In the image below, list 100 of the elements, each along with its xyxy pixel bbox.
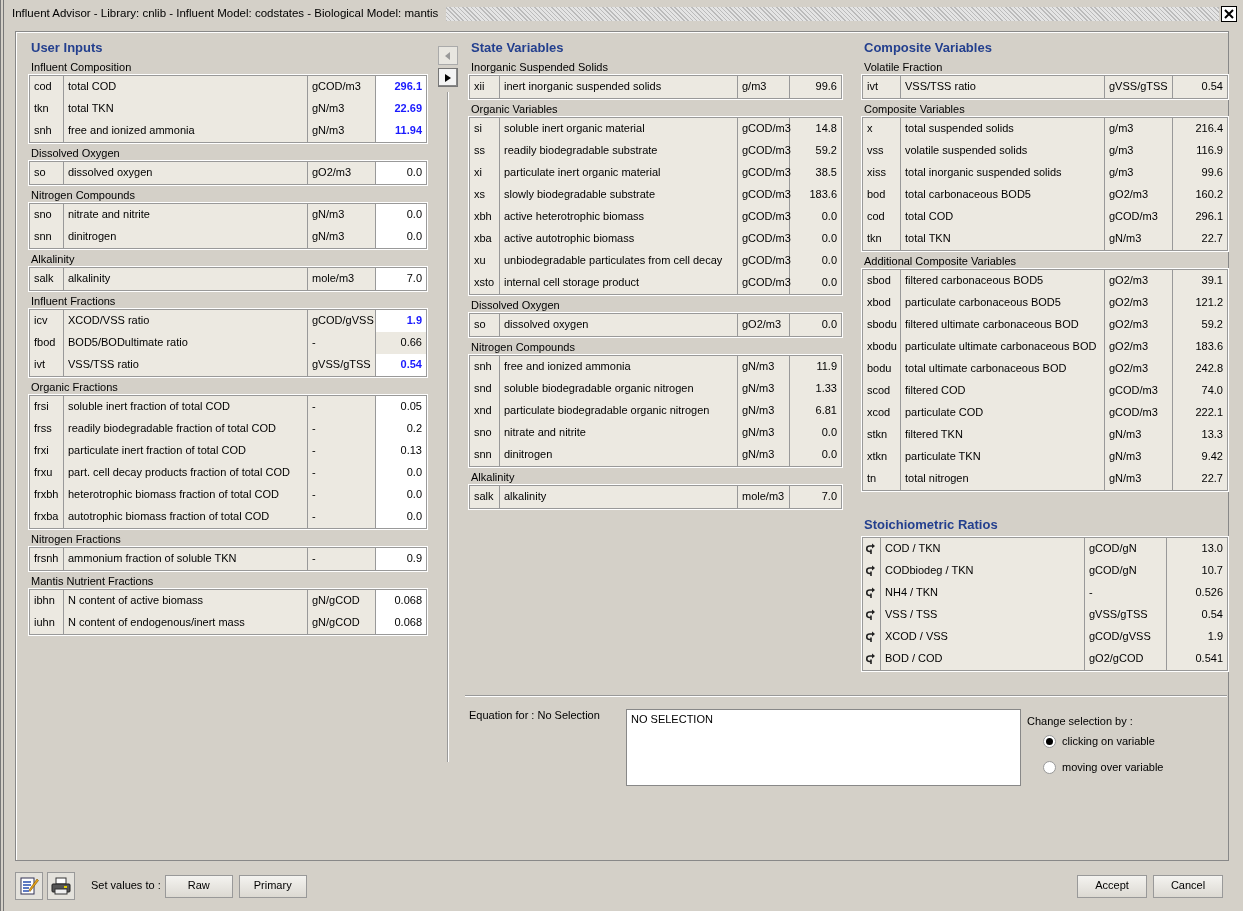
variable-description: total inorganic suspended solids [901, 162, 1105, 184]
value-field[interactable]: 0.0 [376, 162, 426, 184]
group-label: Organic Fractions [30, 379, 119, 395]
value-field[interactable]: 0.0 [376, 204, 426, 226]
unit-label: gCOD/m3 [738, 162, 790, 184]
value-text: 11.9 [815, 359, 838, 375]
dialog-button[interactable]: Cancel [1153, 874, 1223, 898]
equation-label: Equation for : No Selection [469, 709, 601, 723]
group-label: Alkalinity [470, 469, 516, 485]
variable-description: particulate TKN [901, 446, 1105, 468]
variable-description: nitrate and nitrite [500, 422, 738, 444]
ratio-name: COD / TKN [881, 538, 1085, 560]
value-field[interactable]: 0.2 [376, 418, 426, 440]
value-text: 0.0 [820, 231, 838, 247]
ratio-name: VSS / TSS [881, 604, 1085, 626]
radio-label[interactable]: clicking on variable [1062, 734, 1155, 748]
dialog-button[interactable]: Accept [1077, 874, 1147, 898]
value-text: 6.81 [814, 403, 838, 419]
value-text: 10.7 [1200, 563, 1224, 579]
unit-label: gO2/m3 [1105, 336, 1173, 358]
value-field[interactable]: 0.0 [376, 484, 426, 506]
radio-label[interactable]: moving over variable [1062, 760, 1164, 774]
variable-description: particulate inert organic material [500, 162, 738, 184]
unit-label: g/m3 [738, 76, 790, 98]
value-field[interactable]: 0.0 [376, 506, 426, 528]
unit-label: gCOD/m3 [738, 184, 790, 206]
ratio-name: BOD / COD [881, 648, 1085, 670]
value-field[interactable]: 11.94 [376, 120, 426, 142]
value-text: 99.6 [1200, 165, 1224, 181]
unit-label: gN/m3 [1105, 446, 1173, 468]
variable-description: free and ionized ammonia [64, 120, 308, 142]
section-title: User Inputs [30, 38, 104, 57]
unit-label: gO2/m3 [1105, 358, 1173, 380]
variable-description: total carbonaceous BOD5 [901, 184, 1105, 206]
group-label: Nitrogen Compounds [470, 339, 576, 355]
variable-description: total suspended solids [901, 118, 1105, 140]
value-text: 74.0 [1200, 383, 1224, 399]
unit-label: gCOD/m3 [1105, 402, 1173, 424]
value-text: 39.1 [1200, 273, 1224, 289]
set-values-button[interactable]: Primary [238, 874, 307, 898]
value-field[interactable]: 22.69 [376, 98, 426, 120]
group-label: Alkalinity [30, 251, 76, 267]
value-text: 1.9 [1206, 629, 1224, 645]
value-text: 22.7 [1200, 231, 1224, 247]
variable-description: total COD [901, 206, 1105, 228]
variable-description: soluble biodegradable organic nitrogen [500, 378, 738, 400]
variable-description: part. cell decay products fraction of total COD [64, 462, 308, 484]
variable-description: readily biodegradable substrate [500, 140, 738, 162]
unit-label: g/m3 [1105, 118, 1173, 140]
variable-description: total TKN [901, 228, 1105, 250]
set-values-button[interactable]: Raw [164, 874, 233, 898]
variable-description: XCOD/VSS ratio [64, 310, 308, 332]
value-field[interactable]: 0.54 [376, 354, 426, 376]
value-text: 59.2 [1200, 317, 1224, 333]
value-text: 0.0 [820, 317, 838, 333]
value-text: 13.0 [1200, 541, 1224, 557]
variable-description: unbiodegradable particulates from cell decay [500, 250, 738, 272]
value-text: 121.2 [1194, 295, 1224, 311]
unit-label: - [1085, 582, 1167, 604]
unit-label: gN/m3 [738, 400, 790, 422]
value-field[interactable]: 0.0 [376, 226, 426, 248]
unit-label: gCOD/m3 [738, 118, 790, 140]
variable-description: heterotrophic biomass fraction of total COD [64, 484, 308, 506]
variable-description: filtered COD [901, 380, 1105, 402]
value-field[interactable]: 296.1 [376, 76, 426, 98]
group-label: Volatile Fraction [863, 59, 944, 75]
variable-description: N content of endogenous/inert mass [64, 612, 308, 634]
variable-description: total COD [64, 76, 308, 98]
unit-label: gCOD/m3 [738, 140, 790, 162]
variable-description: active heterotrophic biomass [500, 206, 738, 228]
unit-label: gCOD/m3 [738, 206, 790, 228]
variable-description: N content of active biomass [64, 590, 308, 612]
variable-description: BOD5/BODultimate ratio [64, 332, 308, 354]
value-text: 0.541 [1194, 651, 1224, 667]
unit-label: gN/m3 [738, 444, 790, 466]
value-text: 0.0 [820, 253, 838, 269]
variable-description: total TKN [64, 98, 308, 120]
variable-description: total ultimate carbonaceous BOD [901, 358, 1105, 380]
variable-description: particulate carbonaceous BOD5 [901, 292, 1105, 314]
value-field[interactable]: 0.9 [376, 548, 426, 570]
group-label: Dissolved Oxygen [30, 145, 121, 161]
value-field[interactable]: 0.13 [376, 440, 426, 462]
variable-description: internal cell storage product [500, 272, 738, 294]
equation-box: NO SELECTION [626, 709, 1021, 786]
section-title: State Variables [470, 38, 565, 57]
value-field[interactable]: 7.0 [376, 268, 426, 290]
value-field[interactable]: 1.9 [376, 310, 426, 332]
value-text: 0.54 [1200, 79, 1224, 95]
value-text: 216.4 [1194, 121, 1224, 137]
value-text: 296.1 [1194, 209, 1224, 225]
value-field[interactable]: 0.0 [376, 462, 426, 484]
group-label: Nitrogen Compounds [30, 187, 136, 203]
group-label: Dissolved Oxygen [470, 297, 561, 313]
value-field[interactable]: 0.068 [376, 590, 426, 612]
value-field[interactable]: 0.068 [376, 612, 426, 634]
value-text: 0.0 [820, 209, 838, 225]
value-field[interactable]: 0.05 [376, 396, 426, 418]
unit-label: gO2/m3 [1105, 270, 1173, 292]
unit-label: gCOD/m3 [738, 272, 790, 294]
group-label: Mantis Nutrient Fractions [30, 573, 155, 589]
